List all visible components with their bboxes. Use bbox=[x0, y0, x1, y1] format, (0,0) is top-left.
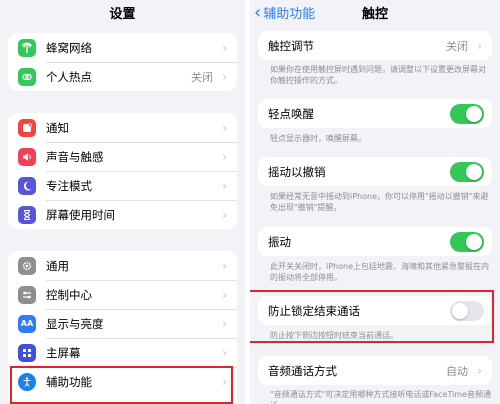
aa-icon: AA bbox=[18, 314, 36, 333]
settings-item-label: 通知 bbox=[46, 120, 69, 135]
settings-item-label: 通用 bbox=[46, 258, 69, 273]
chevron-right-icon: › bbox=[222, 258, 227, 273]
hourglass-icon bbox=[18, 205, 36, 224]
touch-adjust-row[interactable]: 触控调节 关闭 › bbox=[258, 31, 492, 60]
vibration-group: 振动 bbox=[258, 227, 492, 256]
settings-item-control-center[interactable]: 控制中心 › bbox=[8, 280, 237, 309]
shake-undo-label: 摇动以撤销 bbox=[268, 164, 326, 179]
settings-item-label: 显示与亮度 bbox=[46, 316, 104, 331]
toggle-knob bbox=[466, 233, 482, 250]
settings-item-screentime[interactable]: 屏幕使用时间 › bbox=[8, 200, 237, 229]
chevron-right-icon: › bbox=[222, 178, 227, 193]
audio-routing-footer: "音频通话方式"可决定用哪种方式接听电话或FaceTime音频通话。 bbox=[270, 390, 492, 404]
shake-undo-footer: 如果经常无意中摇动到iPhone，你可以停用"摇动以撤销"来避免出现"撤销"提醒… bbox=[270, 192, 489, 212]
touch-pane: ‹ 辅助功能 触控 触控调节 关闭 › 如果你在使用触控屏时遇到问题，请调整以下… bbox=[250, 0, 500, 404]
chevron-right-icon: › bbox=[222, 316, 227, 331]
settings-item-label: 个人热点 bbox=[46, 69, 92, 84]
shake-undo-row: 摇动以撤销 bbox=[258, 157, 492, 186]
settings-pane: 设置 蜂窝网络 › 个人热点 关闭 › 通知 › 声音与触感 › 专注模式 › … bbox=[0, 0, 245, 404]
tap-wake-label: 轻点唤醒 bbox=[268, 106, 314, 121]
vibration-label: 振动 bbox=[268, 234, 291, 249]
touch-adjust-group: 触控调节 关闭 › bbox=[258, 31, 492, 60]
prevent-lock-footer: 防止按下侧边按钮时结束当前通话。 bbox=[270, 331, 398, 340]
toggle-knob bbox=[452, 302, 468, 319]
touch-navbar: ‹ 辅助功能 触控 bbox=[250, 0, 500, 24]
settings-title: 设置 bbox=[109, 7, 136, 22]
settings-item-label: 声音与触感 bbox=[46, 149, 104, 164]
toggle-knob bbox=[466, 163, 482, 180]
settings-navbar: 设置 bbox=[0, 0, 245, 24]
chevron-right-icon: › bbox=[222, 207, 227, 222]
link-icon bbox=[18, 67, 36, 86]
settings-item-notifications[interactable]: 通知 › bbox=[8, 113, 237, 142]
audio-routing-group: 音频通话方式 自动 › bbox=[258, 356, 492, 385]
tap-wake-row: 轻点唤醒 bbox=[258, 99, 492, 128]
chevron-right-icon: › bbox=[222, 345, 227, 360]
chevron-right-icon: › bbox=[222, 40, 227, 55]
hotspot-value: 关闭 bbox=[191, 70, 213, 84]
tap-wake-group: 轻点唤醒 bbox=[258, 99, 492, 128]
touch-adjust-label: 触控调节 bbox=[268, 38, 314, 53]
chevron-right-icon: › bbox=[222, 120, 227, 135]
prevent-lock-group: 防止锁定结束通话 bbox=[258, 296, 492, 325]
settings-item-label: 辅助功能 bbox=[46, 374, 92, 389]
settings-item-label: 专注模式 bbox=[46, 178, 92, 193]
chevron-right-icon: › bbox=[222, 287, 227, 302]
vibration-footer: 此开关关闭时，iPhone上包括地震、海啸和其他紧急警报在内的振动将全部停用。 bbox=[270, 262, 490, 282]
antenna-icon bbox=[18, 38, 36, 57]
settings-item-display[interactable]: AA 显示与亮度 › bbox=[8, 309, 237, 338]
audio-routing-label: 音频通话方式 bbox=[268, 363, 337, 378]
moon-icon bbox=[18, 176, 36, 195]
chevron-right-icon: › bbox=[222, 149, 227, 164]
settings-group-general: 通用 › 控制中心 › AA 显示与亮度 › 主屏幕 › 辅助功能 › bbox=[8, 251, 237, 404]
prevent-lock-row: 防止锁定结束通话 bbox=[258, 296, 492, 325]
grid-icon bbox=[18, 343, 36, 362]
speaker-icon bbox=[18, 147, 36, 166]
touch-adjust-value: 关闭 bbox=[446, 39, 468, 53]
accessibility-icon bbox=[18, 372, 36, 391]
settings-item-label: 屏幕使用时间 bbox=[46, 207, 115, 222]
gear-icon bbox=[18, 256, 36, 275]
settings-group-notifications: 通知 › 声音与触感 › 专注模式 › 屏幕使用时间 › bbox=[8, 113, 237, 229]
chevron-right-icon: › bbox=[477, 38, 482, 53]
touch-adjust-footer: 如果你在使用触控屏时遇到问题，请调整以下设置更改屏幕对你触控操作的方式。 bbox=[270, 65, 486, 85]
shake-undo-toggle[interactable] bbox=[450, 161, 484, 182]
chevron-right-icon: › bbox=[222, 69, 227, 84]
settings-item-focus[interactable]: 专注模式 › bbox=[8, 171, 237, 200]
settings-item-sounds[interactable]: 声音与触感 › bbox=[8, 142, 237, 171]
prevent-lock-label: 防止锁定结束通话 bbox=[268, 303, 360, 318]
settings-item-accessibility[interactable]: 辅助功能 › bbox=[8, 367, 237, 396]
shake-undo-group: 摇动以撤销 bbox=[258, 157, 492, 186]
settings-item-label: 蜂窝网络 bbox=[46, 40, 92, 55]
settings-item-hotspot[interactable]: 个人热点 关闭 › bbox=[8, 62, 237, 91]
prevent-lock-toggle[interactable] bbox=[450, 300, 484, 321]
touch-title: 触控 bbox=[361, 7, 388, 22]
settings-item-home-screen[interactable]: 主屏幕 › bbox=[8, 338, 237, 367]
settings-item-cellular[interactable]: 蜂窝网络 › bbox=[8, 33, 237, 62]
chevron-right-icon: › bbox=[477, 363, 482, 378]
audio-routing-row[interactable]: 音频通话方式 自动 › bbox=[258, 356, 492, 385]
audio-routing-value: 自动 bbox=[446, 364, 468, 378]
settings-item-general[interactable]: 通用 › bbox=[8, 251, 237, 280]
vibration-toggle[interactable] bbox=[450, 231, 484, 252]
tap-wake-footer: 轻点显示器时，唤醒屏幕。 bbox=[270, 134, 366, 143]
bell-icon bbox=[18, 118, 36, 137]
tap-wake-toggle[interactable] bbox=[450, 103, 484, 124]
settings-group-network: 蜂窝网络 › 个人热点 关闭 › bbox=[8, 33, 237, 91]
vibration-row: 振动 bbox=[258, 227, 492, 256]
chevron-right-icon: › bbox=[222, 374, 227, 389]
settings-item-label: 控制中心 bbox=[46, 287, 92, 302]
settings-item-label: 主屏幕 bbox=[46, 345, 81, 360]
sliders-icon bbox=[18, 285, 36, 304]
toggle-knob bbox=[466, 105, 482, 122]
